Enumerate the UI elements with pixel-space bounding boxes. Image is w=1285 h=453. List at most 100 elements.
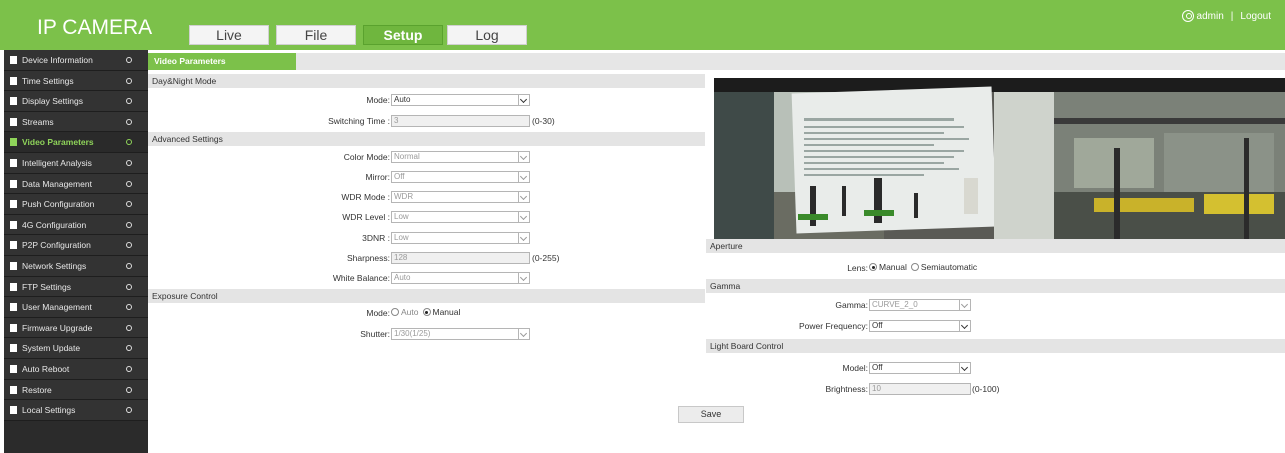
chevron-down-icon: [518, 212, 529, 222]
power-frequency-label: Power Frequency:: [799, 321, 868, 331]
camera-snapshot-image: [714, 78, 1285, 239]
white-balance-select[interactable]: Auto: [391, 272, 530, 284]
document-icon: [10, 179, 17, 188]
tab-log[interactable]: Log: [447, 25, 527, 45]
sidebar-item-label: Auto Reboot: [22, 363, 70, 374]
chevron-down-icon: [518, 172, 529, 182]
circle-icon: [126, 262, 132, 269]
sidebar-item-device-information[interactable]: Device Information: [4, 50, 148, 71]
mirror-select[interactable]: Off: [391, 171, 530, 183]
save-button[interactable]: Save: [678, 406, 744, 423]
lens-semiautomatic-radio[interactable]: [910, 263, 919, 271]
sidebar-item-label: Firmware Upgrade: [22, 322, 93, 333]
sidebar-item-p2p-configuration[interactable]: P2P Configuration: [4, 235, 148, 256]
chevron-down-icon: [959, 321, 970, 331]
separator: |: [1230, 10, 1234, 22]
camera-preview: [714, 78, 1285, 239]
sidebar-item-push-configuration[interactable]: Push Configuration: [4, 194, 148, 215]
document-icon: [10, 261, 17, 270]
sidebar-item-label: P2P Configuration: [22, 240, 91, 251]
wdr-level-label: WDR Level :: [342, 212, 390, 222]
brightness-label: Brightness:: [825, 384, 868, 394]
document-icon: [10, 200, 17, 209]
select-value: Off: [872, 363, 883, 372]
exposure-mode-label: Mode:: [366, 308, 390, 318]
power-frequency-select[interactable]: Off: [869, 320, 971, 332]
section-advanced-settings: Advanced Settings: [148, 132, 705, 146]
sidebar-item-user-management[interactable]: User Management: [4, 297, 148, 318]
select-value: Normal: [394, 152, 420, 161]
brand-title: IP CAMERA: [37, 16, 153, 39]
sidebar-item-label: Streams: [22, 116, 54, 127]
section-gamma: Gamma: [706, 279, 1285, 293]
tab-live[interactable]: Live: [189, 25, 269, 45]
document-icon: [10, 56, 17, 64]
brightness-input[interactable]: 10: [869, 383, 971, 395]
3dnr-select[interactable]: Low: [391, 232, 530, 244]
sidebar-item-firmware-upgrade[interactable]: Firmware Upgrade: [4, 317, 148, 339]
circle-icon: [126, 77, 132, 84]
document-icon: [10, 385, 17, 394]
document-icon: [10, 364, 17, 373]
circle-icon: [126, 201, 132, 208]
sidebar-item-intelligent-analysis[interactable]: Intelligent Analysis: [4, 152, 148, 174]
select-value: Auto: [394, 273, 411, 282]
sidebar-item-display-settings[interactable]: Display Settings: [4, 91, 148, 112]
sidebar-item-video-parameters[interactable]: Video Parameters: [4, 132, 148, 153]
sidebar-item-ftp-settings[interactable]: FTP Settings: [4, 276, 148, 298]
sharpness-input[interactable]: 128: [391, 252, 530, 264]
select-value: WDR: [394, 192, 414, 201]
wdr-mode-label: WDR Mode :: [341, 192, 390, 202]
document-icon: [10, 344, 17, 353]
document-icon: [10, 97, 17, 106]
wdr-mode-select[interactable]: WDR: [391, 191, 530, 203]
main-content: Video Parameters Day&Night Mode Mode: Au…: [148, 50, 1285, 453]
gamma-label: Gamma:: [835, 300, 868, 310]
logout-link[interactable]: Logout: [1240, 11, 1271, 22]
model-select[interactable]: Off: [869, 362, 971, 374]
circle-icon: [126, 180, 132, 187]
sidebar-item-label: Network Settings: [22, 260, 87, 271]
wdr-level-select[interactable]: Low: [391, 211, 530, 223]
circle-icon: [126, 118, 132, 125]
brightness-hint: (0-100): [972, 384, 1000, 394]
document-icon: [10, 158, 17, 167]
lens-manual-label: Manual: [879, 262, 907, 272]
lens-label: Lens:: [847, 263, 868, 273]
sidebar-item-network-settings[interactable]: Network Settings: [4, 255, 148, 277]
exposure-manual-radio[interactable]: [422, 308, 431, 316]
tab-file[interactable]: File: [276, 25, 356, 45]
tab-video-parameters[interactable]: Video Parameters: [148, 53, 296, 70]
sidebar-item-data-management[interactable]: Data Management: [4, 173, 148, 195]
lens-manual-radio[interactable]: [869, 263, 877, 271]
content-tab-bar: Video Parameters: [148, 53, 1285, 70]
sidebar-item-streams[interactable]: Streams: [4, 111, 148, 133]
switching-time-input[interactable]: 3: [391, 115, 530, 127]
sidebar-item-4g-configuration[interactable]: 4G Configuration: [4, 214, 148, 236]
sidebar-item-restore[interactable]: Restore: [4, 379, 148, 401]
sidebar-item-label: Local Settings: [22, 405, 76, 416]
mode-label: Mode:: [366, 95, 390, 105]
sidebar-item-local-settings[interactable]: Local Settings: [4, 400, 148, 421]
sidebar-item-label: User Management: [22, 302, 92, 313]
circle-icon: [126, 407, 132, 414]
circle-icon: [126, 221, 132, 228]
tab-setup[interactable]: Setup: [363, 25, 443, 45]
sidebar-item-auto-reboot[interactable]: Auto Reboot: [4, 358, 148, 380]
circle-icon: [126, 98, 132, 105]
sidebar-item-label: Intelligent Analysis: [22, 157, 92, 168]
color-mode-select[interactable]: Normal: [391, 151, 530, 163]
exposure-auto-radio[interactable]: [391, 308, 399, 316]
gamma-select[interactable]: CURVE_2_0: [869, 299, 971, 311]
select-value: Low: [394, 212, 409, 221]
white-balance-label: White Balance:: [332, 273, 390, 283]
shutter-select[interactable]: 1/30(1/25): [391, 328, 530, 340]
day-night-mode-select[interactable]: Auto: [391, 94, 530, 106]
circle-icon: [126, 159, 132, 166]
sidebar-item-system-update[interactable]: System Update: [4, 338, 148, 359]
model-label: Model:: [842, 363, 868, 373]
sidebar-item-time-settings[interactable]: Time Settings: [4, 70, 148, 92]
circle-icon: [126, 139, 132, 146]
chevron-down-icon: [959, 300, 970, 310]
select-value: Low: [394, 233, 409, 242]
